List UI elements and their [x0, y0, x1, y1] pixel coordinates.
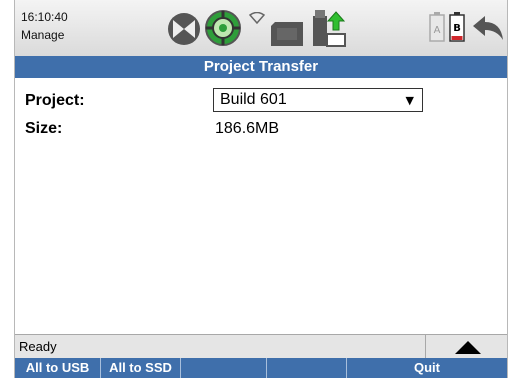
status-text: Ready — [19, 339, 57, 354]
softkey-bar: All to USB All to SSD Quit — [15, 358, 507, 378]
page-title: Project Transfer — [15, 56, 507, 78]
battery-b-label: B — [453, 23, 461, 34]
scroll-up-icon[interactable] — [455, 341, 481, 354]
wifi-icon[interactable] — [249, 12, 265, 24]
gps-target-icon[interactable] — [205, 10, 241, 46]
status-line: Ready — [15, 334, 507, 359]
quit-button[interactable]: Quit — [347, 358, 507, 378]
clock-time: 16:10:40 — [21, 10, 68, 24]
battery-a-label: A — [434, 25, 441, 36]
battery-b-icon: B — [449, 12, 465, 42]
back-arrow-icon[interactable] — [471, 14, 505, 42]
status-divider — [425, 335, 426, 359]
mode-label: Manage — [21, 28, 65, 42]
sd-card-icon[interactable] — [271, 22, 303, 46]
device-screen: 16:10:40 Manage A B Project Transfer Pro… — [14, 0, 508, 378]
project-select-value: Build 601 — [220, 91, 287, 108]
project-label: Project: — [25, 92, 85, 109]
all-to-ssd-button[interactable]: All to SSD — [101, 358, 181, 378]
size-label: Size: — [25, 120, 63, 137]
size-value: 186.6MB — [215, 120, 280, 137]
softkey-3-button[interactable] — [181, 358, 267, 378]
transfer-form: Project: Build 601 ▼ Size: 186.6MB — [15, 78, 507, 334]
usb-upload-icon[interactable] — [311, 10, 347, 48]
wheel-icon[interactable] — [167, 12, 201, 46]
softkey-4-button[interactable] — [267, 358, 347, 378]
status-header: 16:10:40 Manage A B — [15, 0, 507, 57]
project-select[interactable]: Build 601 ▼ — [213, 88, 423, 112]
battery-a-icon: A — [429, 12, 445, 42]
dropdown-arrow-icon: ▼ — [405, 94, 414, 107]
all-to-usb-button[interactable]: All to USB — [15, 358, 101, 378]
